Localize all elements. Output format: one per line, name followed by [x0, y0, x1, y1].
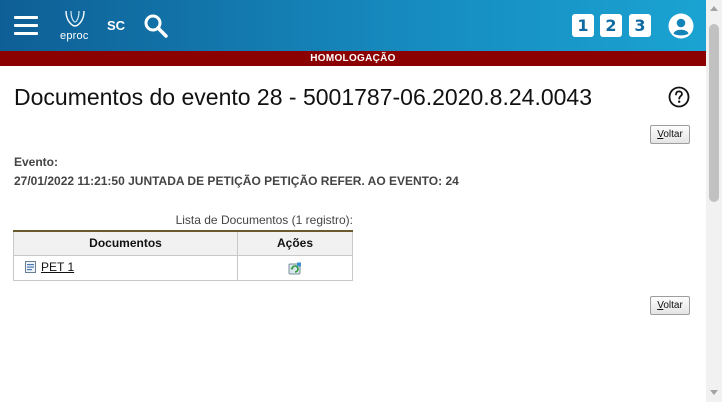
logo-text: eproc: [60, 30, 89, 42]
column-header-actions: Ações: [237, 230, 353, 256]
page-scrollbar[interactable]: [706, 0, 722, 402]
environment-banner: HOMOLOGAÇÃO: [0, 51, 706, 66]
event-value: 27/01/2022 11:21:50 JUNTADA DE PETIÇÃO P…: [14, 174, 459, 188]
document-file-icon: [25, 260, 36, 273]
documents-table-caption: Lista de Documentos (1 registro):: [175, 213, 353, 227]
quick-access-3-button[interactable]: 3: [629, 14, 651, 37]
column-header-documents[interactable]: Documentos: [13, 230, 238, 256]
document-cell: PET 1: [13, 254, 238, 281]
user-account-icon[interactable]: [668, 13, 694, 39]
quick-access-1-button[interactable]: 1: [572, 14, 594, 37]
document-link[interactable]: PET 1: [25, 260, 74, 274]
state-label[interactable]: SC: [107, 18, 125, 33]
document-name: PET 1: [41, 259, 75, 274]
actions-cell: [237, 254, 353, 281]
scroll-thumb[interactable]: [709, 24, 719, 202]
event-label: Evento:: [14, 155, 59, 169]
back-button-label: oltar: [663, 129, 683, 140]
search-icon[interactable]: [143, 13, 169, 39]
help-circle-icon[interactable]: [668, 86, 690, 108]
back-button-top[interactable]: Voltar: [650, 125, 690, 144]
refresh-recycle-icon[interactable]: [288, 262, 302, 275]
back-button-label: oltar: [663, 300, 683, 311]
table-row: PET 1: [13, 254, 353, 281]
eproc-logo[interactable]: eproc: [58, 8, 92, 44]
quick-access-2-button[interactable]: 2: [600, 14, 622, 37]
eproc-logo-icon: [65, 10, 85, 27]
scroll-up-arrow-icon[interactable]: [710, 6, 718, 11]
documents-table: Documentos Ações PET 1: [13, 230, 353, 281]
top-bar: eproc SC 1 2 3: [0, 0, 706, 51]
hamburger-menu-icon[interactable]: [14, 16, 38, 35]
scroll-down-arrow-icon[interactable]: [710, 390, 718, 395]
back-button-bottom[interactable]: Voltar: [650, 296, 690, 315]
page-title: Documentos do evento 28 - 5001787-06.202…: [14, 84, 592, 110]
